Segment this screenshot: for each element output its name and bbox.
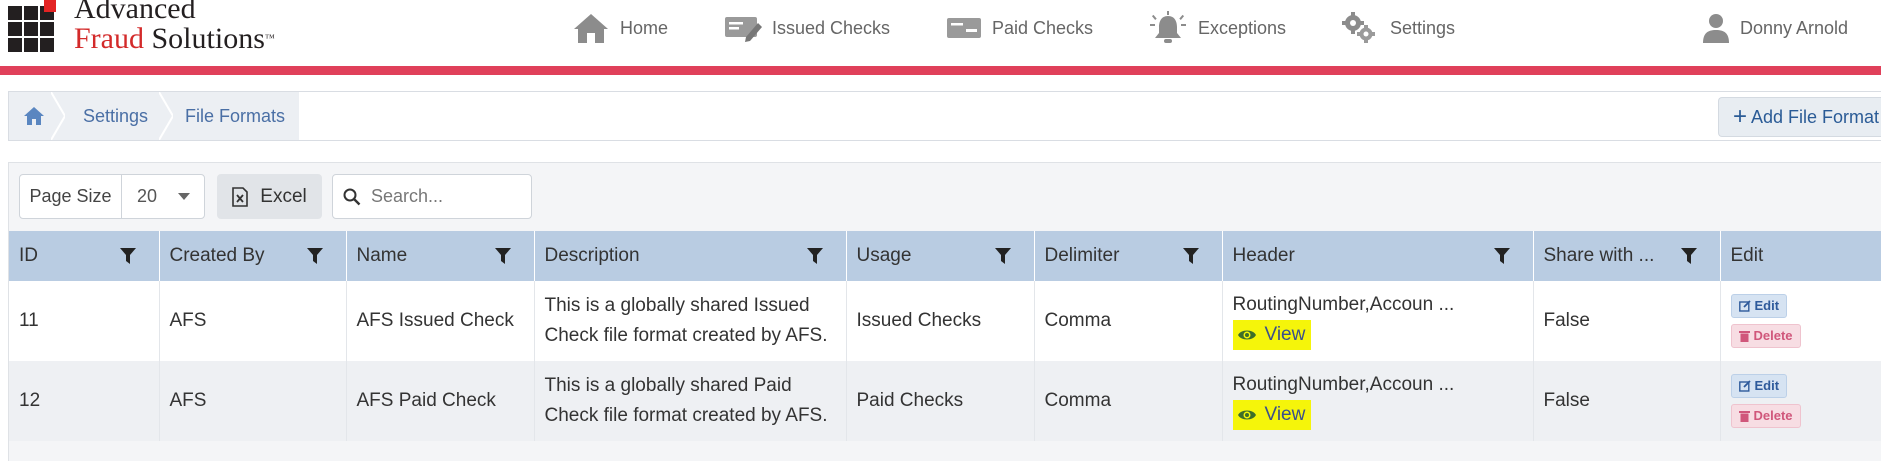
column-header-created-by[interactable]: Created By — [159, 231, 347, 281]
eye-icon — [1237, 330, 1256, 340]
cell-name: AFS Paid Check — [346, 361, 535, 441]
grid-toolbar: Page Size 20 Excel — [9, 163, 1881, 231]
filter-icon[interactable] — [1182, 247, 1200, 265]
search-input[interactable] — [371, 186, 521, 207]
column-header-share-with[interactable]: Share with ... — [1533, 231, 1721, 281]
page-size-selector[interactable]: Page Size 20 — [19, 174, 205, 219]
nav-paid-checks[interactable]: Paid Checks — [946, 10, 1093, 46]
column-header-id[interactable]: ID — [9, 231, 160, 281]
column-header-edit: Edit — [1720, 231, 1881, 281]
user-name: Donny Arnold — [1740, 17, 1849, 38]
add-file-format-label: Add File Format — [1751, 106, 1880, 127]
table-row[interactable]: 11 AFS AFS Issued Check This is a global… — [9, 281, 1881, 361]
cell-created-by: AFS — [159, 361, 347, 441]
cell-share: False — [1533, 361, 1721, 441]
page-size-dropdown[interactable]: 20 — [122, 186, 204, 207]
cell-header: RoutingNumber,Accoun ... View — [1222, 361, 1534, 441]
file-formats-grid-panel: Page Size 20 Excel ID Created By N — [8, 162, 1881, 461]
add-file-format-button[interactable]: + Add File Format — [1718, 97, 1881, 137]
table-header-row: ID Created By Name Description Usage Del… — [9, 231, 1881, 281]
column-header-delimiter[interactable]: Delimiter — [1034, 231, 1223, 281]
view-header-link[interactable]: View — [1232, 400, 1312, 430]
nav-exceptions-label: Exceptions — [1198, 17, 1287, 38]
user-menu[interactable]: Donny Arnold — [1702, 10, 1848, 46]
filter-icon[interactable] — [494, 247, 512, 265]
trash-icon — [1738, 331, 1750, 342]
paid-check-icon — [947, 18, 981, 38]
nav-accent-divider — [0, 66, 1881, 75]
trash-icon — [1738, 411, 1750, 422]
cell-delimiter: Comma — [1034, 361, 1223, 441]
filter-icon[interactable] — [994, 247, 1012, 265]
edit-icon — [1738, 380, 1751, 392]
page-size-label: Page Size — [20, 175, 122, 218]
eye-icon — [1237, 410, 1256, 420]
excel-export-button[interactable]: Excel — [217, 174, 322, 219]
logo-text: Advanced Fraud Solutions™ — [74, 0, 275, 55]
nav-paid-checks-label: Paid Checks — [992, 17, 1094, 38]
column-header-header[interactable]: Header — [1222, 231, 1534, 281]
filter-icon[interactable] — [119, 247, 137, 265]
header-preview: RoutingNumber,Accoun ... — [1232, 374, 1455, 395]
column-header-description[interactable]: Description — [534, 231, 847, 281]
nav-home-label: Home — [620, 17, 669, 38]
delete-button[interactable]: Delete — [1730, 404, 1801, 428]
home-icon — [24, 107, 44, 125]
nav-home[interactable]: Home — [572, 10, 668, 46]
nav-issued-checks[interactable]: Issued Checks — [724, 10, 890, 46]
edit-button[interactable]: Edit — [1730, 374, 1788, 398]
check-pen-icon — [725, 17, 762, 42]
column-header-usage[interactable]: Usage — [846, 231, 1035, 281]
edit-icon — [1738, 300, 1751, 312]
cell-name: AFS Issued Check — [346, 281, 535, 361]
plus-icon: + — [1733, 103, 1748, 130]
filter-icon[interactable] — [1493, 247, 1511, 265]
column-header-name[interactable]: Name — [346, 231, 535, 281]
user-icon — [1703, 14, 1729, 43]
file-formats-table: ID Created By Name Description Usage Del… — [9, 231, 1881, 441]
cell-id: 11 — [9, 281, 160, 361]
afs-logo[interactable]: Advanced Fraud Solutions™ — [8, 0, 308, 60]
cell-share: False — [1533, 281, 1721, 361]
edit-button[interactable]: Edit — [1730, 294, 1788, 318]
cell-edit-actions: Edit Delete — [1720, 281, 1881, 361]
filter-icon[interactable] — [306, 247, 324, 265]
chevron-down-icon — [178, 193, 190, 200]
cell-edit-actions: Edit Delete — [1720, 361, 1881, 441]
home-icon — [574, 14, 608, 43]
nav-settings-label: Settings — [1390, 17, 1456, 38]
nav-exceptions[interactable]: Exceptions — [1148, 10, 1286, 46]
cell-usage: Paid Checks — [846, 361, 1035, 441]
cell-header: RoutingNumber,Accoun ... View — [1222, 281, 1534, 361]
gears-icon — [1342, 12, 1375, 43]
bell-alert-icon — [1150, 11, 1186, 43]
top-navbar: Advanced Fraud Solutions™ Home Issued Ch… — [0, 0, 1881, 75]
nav-settings[interactable]: Settings — [1340, 10, 1455, 46]
cell-created-by: AFS — [159, 281, 347, 361]
cell-description: This is a globally shared Paid Check file… — [534, 361, 847, 441]
breadcrumb-separator — [159, 92, 173, 140]
cell-usage: Issued Checks — [846, 281, 1035, 361]
table-row[interactable]: 12 AFS AFS Paid Check This is a globally… — [9, 361, 1881, 441]
nav-issued-checks-label: Issued Checks — [772, 17, 891, 38]
delete-button[interactable]: Delete — [1730, 324, 1801, 348]
view-header-link[interactable]: View — [1232, 320, 1312, 350]
cell-id: 12 — [9, 361, 160, 441]
filter-icon[interactable] — [1680, 247, 1698, 265]
breadcrumb-trail: Settings File Formats — [9, 92, 299, 140]
cell-delimiter: Comma — [1034, 281, 1223, 361]
breadcrumb-separator — [51, 92, 65, 140]
search-icon — [333, 188, 371, 206]
breadcrumb-settings[interactable]: Settings — [83, 92, 148, 140]
filter-icon[interactable] — [806, 247, 824, 265]
excel-file-icon — [232, 186, 249, 207]
search-box[interactable] — [332, 174, 532, 219]
logo-grid-icon — [8, 0, 68, 60]
cell-description: This is a globally shared Issued Check fi… — [534, 281, 847, 361]
page-size-value: 20 — [137, 186, 158, 206]
breadcrumb-file-formats[interactable]: File Formats — [185, 92, 285, 140]
breadcrumb: Settings File Formats + Add File Format — [8, 91, 1881, 141]
excel-label: Excel — [260, 185, 307, 207]
header-preview: RoutingNumber,Accoun ... — [1232, 294, 1455, 315]
